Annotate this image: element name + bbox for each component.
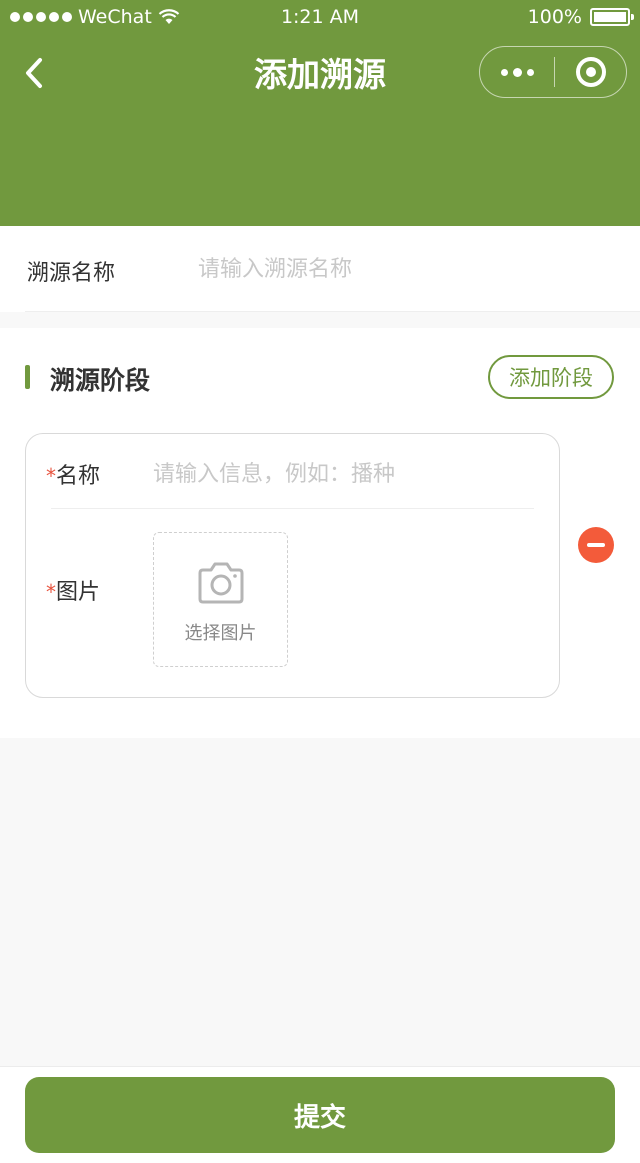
- stage-image-label: *图片: [46, 574, 100, 606]
- divider: [25, 311, 640, 312]
- status-bar: WeChat 1:21 AM 100%: [0, 0, 640, 36]
- battery-status: 100%: [527, 6, 634, 28]
- battery-icon: [590, 8, 634, 26]
- required-mark: *: [46, 580, 56, 604]
- camera-icon: [198, 562, 244, 604]
- stage-section: 溯源阶段 添加阶段 *名称 *图片 选择图片: [0, 328, 640, 738]
- stage-name-label: *名称: [46, 458, 100, 490]
- submit-button[interactable]: 提交: [25, 1077, 615, 1153]
- section-accent-bar: [25, 365, 30, 389]
- close-miniprogram-icon[interactable]: [555, 47, 626, 97]
- battery-label: 100%: [527, 6, 582, 28]
- add-stage-button[interactable]: 添加阶段: [488, 355, 614, 399]
- header: WeChat 1:21 AM 100% 添加溯源: [0, 0, 640, 226]
- stage-card: *名称 *图片 选择图片: [25, 433, 560, 698]
- divider: [51, 508, 534, 509]
- more-icon[interactable]: [480, 47, 554, 97]
- required-mark: *: [46, 464, 56, 488]
- stage-name-label-text: 名称: [56, 464, 101, 489]
- stage-section-title: 溯源阶段: [50, 366, 151, 395]
- trace-name-row: 溯源名称: [0, 226, 640, 312]
- footer-bar: 提交: [0, 1066, 640, 1163]
- trace-name-input[interactable]: [198, 251, 598, 287]
- image-upload-button[interactable]: 选择图片: [153, 532, 288, 667]
- miniprogram-capsule: [479, 46, 627, 98]
- trace-name-label: 溯源名称: [27, 261, 116, 286]
- upload-label: 选择图片: [184, 623, 257, 644]
- remove-icon: [587, 543, 605, 547]
- stage-name-input[interactable]: [153, 456, 533, 492]
- stage-image-label-text: 图片: [56, 580, 101, 605]
- remove-stage-button[interactable]: [578, 527, 614, 563]
